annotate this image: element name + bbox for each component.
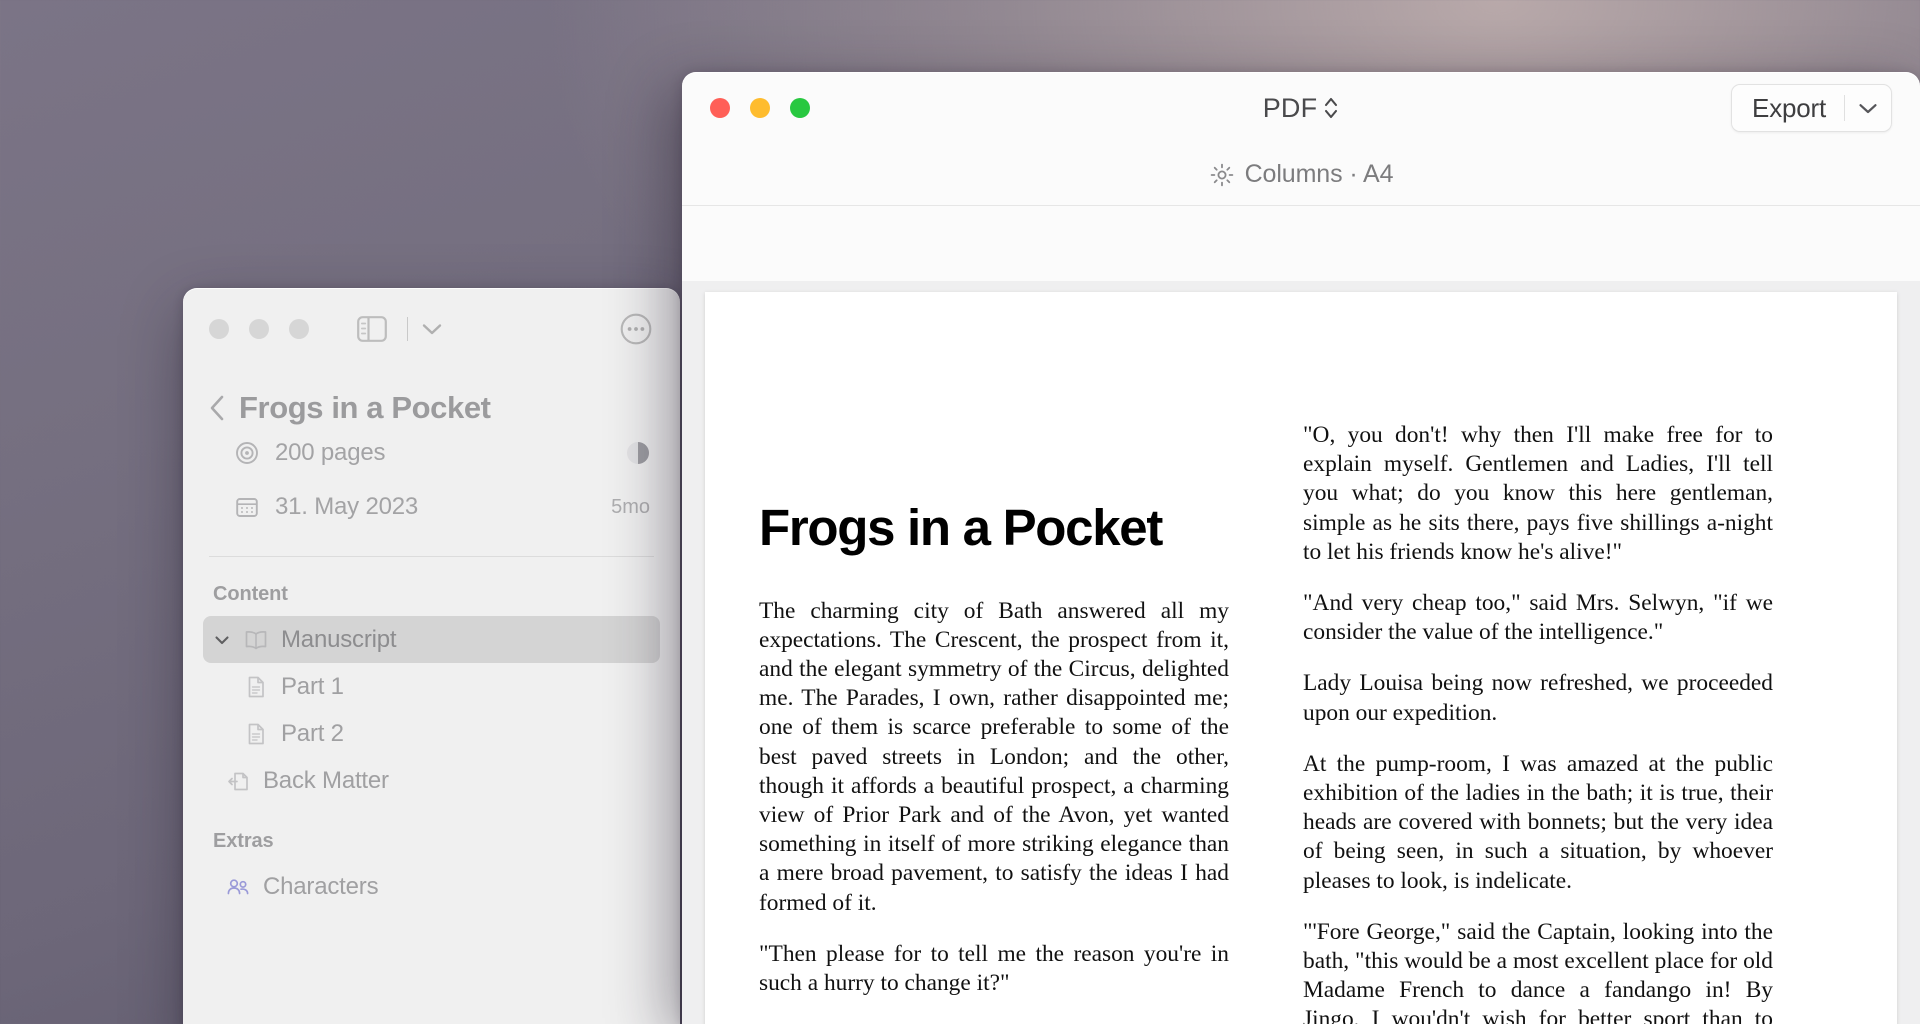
close-button[interactable] [710,98,730,118]
chevron-down-icon[interactable] [422,323,442,336]
section-header-content: Content [213,583,288,605]
chevron-left-icon[interactable] [209,395,225,421]
library-view-controls [357,316,442,342]
page-title: Frogs in a Pocket [239,390,491,425]
sidebar-item-label: Characters [263,872,379,900]
library-window: Frogs in a Pocket 200 pages 31. May 2023… [183,288,680,1024]
due-date-label: 31. May 2023 [275,493,419,520]
layout-settings-label: Columns · A4 [1244,160,1394,188]
pdf-page: Frogs in a Pocket The charming city of B… [705,292,1897,1024]
library-title-row: Frogs in a Pocket [183,370,680,426]
sidebar-item-label: Back Matter [263,766,389,794]
paragraph: Lady Louisa being now refreshed, we proc… [1303,670,1773,726]
paragraph: At the pump-room, I was amazed at the pu… [1303,750,1773,894]
document-title: Frogs in a Pocket [759,499,1163,556]
people-icon [225,874,251,900]
pdf-traffic-lights [710,98,810,118]
sidebar-item-characters[interactable]: Characters [203,863,660,910]
meta-row-pages: 200 pages [183,426,680,480]
paragraph: "Then please for to tell me the reason y… [759,940,1229,996]
export-menu-button[interactable] [1845,102,1891,115]
book-icon [243,627,269,653]
sidebar-item-label: Manuscript [281,625,397,653]
meta-row-date: 31. May 2023 5mo [183,480,680,534]
chevron-up-down-icon[interactable] [1323,95,1339,121]
paragraph: "And very cheap too," said Mrs. Selwyn, … [1303,590,1773,646]
export-button[interactable]: Export [1732,93,1844,124]
sidebar-item-manuscript[interactable]: Manuscript [203,616,660,663]
pdf-titlebar: PDF Export [682,72,1920,144]
paragraph: "O, you don't! why then I'll make free f… [1303,422,1773,565]
sidebar-item-part-2[interactable]: Part 2 [203,710,660,757]
relative-time-label: 5mo [611,495,650,518]
library-toolbar [183,288,680,370]
pdf-column-right: "O, you don't! why then I'll make free f… [1303,326,1773,1024]
library-traffic-lights [209,319,309,339]
sidebar-item-label: Part 2 [281,719,344,747]
reading-progress-indicator [626,441,650,465]
pdf-export-window: PDF Export Columns · A4 Frogs in a Pocke… [682,72,1920,1024]
toolbar-divider [407,317,408,341]
pdf-column-left: Frogs in a Pocket The charming city of B… [759,326,1229,1024]
pdf-preview-canvas[interactable]: Frogs in a Pocket The charming city of B… [682,281,1920,1024]
sidebar-toggle-icon[interactable] [357,316,387,342]
paragraph: "'Fore George," said the Captain, lookin… [1303,918,1773,1024]
pdf-subtoolbar[interactable]: Columns · A4 [682,144,1920,206]
paragraph: "Miss Belmont!" cried Mr. Lovel. Looking… [759,1020,1229,1024]
document-icon [243,674,269,700]
chevron-down-icon[interactable] [213,631,231,649]
zoom-button[interactable] [790,98,810,118]
pdf-page-columns: Frogs in a Pocket The charming city of B… [759,326,1843,1024]
export-button-group[interactable]: Export [1731,84,1892,132]
section-header-extras: Extras [213,830,274,852]
pages-count-label: 200 pages [275,439,386,466]
pdf-format-label: PDF [1262,92,1318,123]
sidebar-item-back-matter[interactable]: Back Matter [203,757,660,804]
ellipsis-circle-icon[interactable] [620,313,652,345]
document-icon [243,721,269,747]
gear-icon[interactable] [1209,162,1235,188]
sidebar-item-label: Part 1 [281,672,344,700]
back-matter-icon [225,768,251,794]
close-button[interactable] [209,319,229,339]
calendar-icon [235,495,259,519]
sidebar-item-part-1[interactable]: Part 1 [203,663,660,710]
paragraph: The charming city of Bath answered all m… [759,597,1229,916]
zoom-button[interactable] [289,319,309,339]
target-icon [235,441,259,465]
minimize-button[interactable] [750,98,770,118]
minimize-button[interactable] [249,319,269,339]
